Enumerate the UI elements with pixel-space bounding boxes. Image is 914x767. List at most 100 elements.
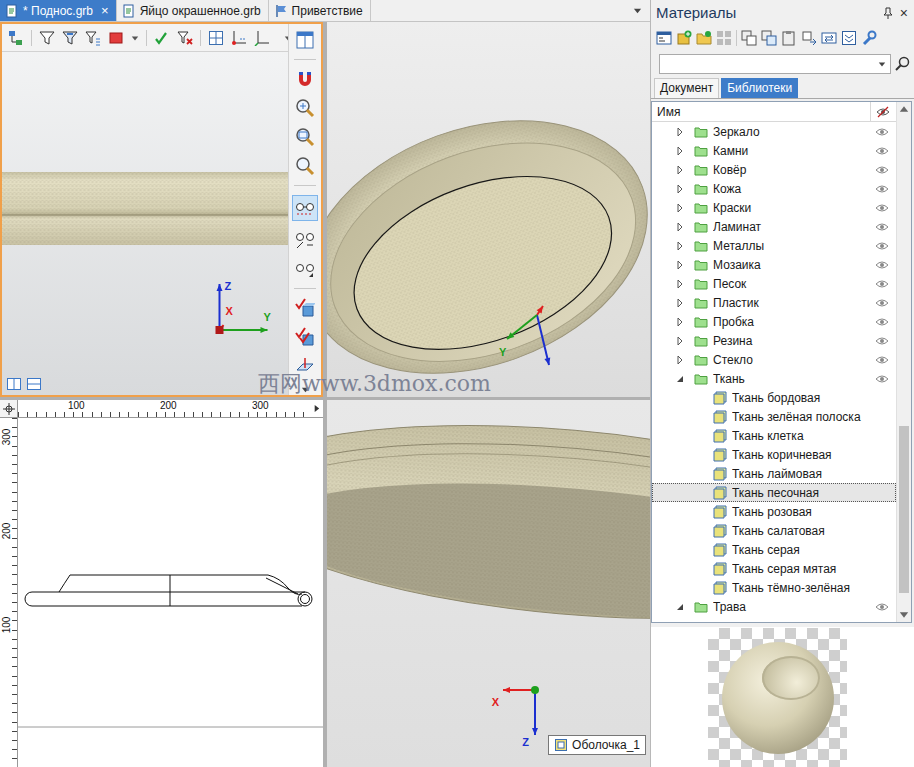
tree-item[interactable]: Камни — [652, 141, 896, 160]
select-all-icon[interactable] — [154, 30, 170, 46]
settings-wrench-icon[interactable] — [861, 30, 877, 46]
visibility-icon[interactable] — [875, 144, 889, 158]
tree-item[interactable]: Краски — [652, 198, 896, 217]
panel-toggle-icon[interactable] — [295, 30, 315, 50]
zoom-all-icon[interactable] — [295, 127, 315, 147]
tree-item[interactable]: Песок — [652, 274, 896, 293]
visibility-icon[interactable] — [875, 296, 889, 310]
tree-item[interactable]: Пробка — [652, 312, 896, 331]
document-tab[interactable]: * Поднос.grb× — [0, 0, 117, 21]
collapsed-arrow-icon[interactable] — [675, 355, 685, 365]
scrollbar-thumb[interactable] — [899, 426, 909, 593]
visibility-icon[interactable] — [875, 182, 889, 196]
visibility-icon[interactable] — [875, 201, 889, 215]
pin-icon[interactable] — [882, 7, 894, 19]
tree-item[interactable]: Ткань клетка — [652, 426, 896, 445]
tree-item[interactable]: Металлы — [652, 236, 896, 255]
collapsed-arrow-icon[interactable] — [675, 336, 685, 346]
add-material-icon[interactable] — [676, 30, 692, 46]
tree-item[interactable]: Мозаика — [652, 255, 896, 274]
filter-box-icon[interactable] — [62, 30, 78, 46]
document-tab[interactable]: Приветствие — [269, 0, 371, 21]
drawing-viewport[interactable]: 100200300300200100 — [0, 400, 323, 767]
materials-tab[interactable]: Библиотеки — [721, 78, 798, 98]
iso-viewport[interactable]: XZОболочка_1 — [327, 400, 650, 767]
more-tools-icon[interactable] — [301, 385, 310, 394]
expanded-arrow-icon[interactable] — [675, 374, 685, 384]
tree-item[interactable]: Ткань салатовая — [652, 521, 896, 540]
tree-item[interactable]: Зеркало — [652, 122, 896, 141]
collapsed-arrow-icon[interactable] — [675, 203, 685, 213]
tree-item[interactable]: Ткань серая мятая — [652, 559, 896, 578]
tabs-menu-icon[interactable] — [633, 6, 642, 15]
collapsed-arrow-icon[interactable] — [675, 317, 685, 327]
copy-icon[interactable] — [741, 30, 757, 46]
tree-item[interactable]: Ткань зелёная полоска — [652, 407, 896, 426]
tree-item[interactable]: Кожа — [652, 179, 896, 198]
scroll-right-icon[interactable] — [312, 404, 321, 413]
tree-item[interactable]: Ткань розовая — [652, 502, 896, 521]
visibility-icon[interactable] — [875, 220, 889, 234]
select-color-icon[interactable] — [108, 30, 124, 46]
tree-scrollbar[interactable] — [896, 102, 911, 622]
swap-icon[interactable] — [821, 30, 837, 46]
model-tree-icon[interactable] — [8, 30, 24, 46]
visibility-off-icon[interactable] — [876, 105, 890, 119]
tree-item[interactable]: Трава — [652, 597, 896, 616]
visibility-icon[interactable] — [875, 315, 889, 329]
tree-item[interactable]: Стекло — [652, 350, 896, 369]
collapsed-arrow-icon[interactable] — [675, 146, 685, 156]
search-icon[interactable] — [895, 56, 911, 72]
move-icon[interactable] — [801, 30, 817, 46]
copy-to-icon[interactable] — [761, 30, 777, 46]
collapsed-arrow-icon[interactable] — [675, 260, 685, 270]
split-horizontal-icon[interactable] — [26, 376, 42, 392]
visibility-icon[interactable] — [875, 125, 889, 139]
tree-item[interactable]: Резина — [652, 331, 896, 350]
split-vertical-icon[interactable] — [6, 376, 22, 392]
tree-item[interactable]: Ткань песочная — [652, 483, 896, 502]
collapse-icon[interactable] — [841, 30, 857, 46]
hidden-lines-button[interactable] — [292, 195, 318, 221]
filter-list-icon[interactable] — [85, 30, 101, 46]
filter-icon[interactable] — [39, 30, 55, 46]
folder-add-icon[interactable] — [696, 30, 712, 46]
tree-item[interactable]: Пластик — [652, 293, 896, 312]
glasses-option-icon[interactable] — [295, 259, 315, 279]
collapsed-arrow-icon[interactable] — [675, 279, 685, 289]
scroll-up-icon[interactable] — [897, 102, 911, 116]
tree-item[interactable]: Ткань тёмно-зелёная — [652, 578, 896, 597]
collapsed-arrow-icon[interactable] — [675, 222, 685, 232]
tree-item[interactable]: Ковёр — [652, 160, 896, 179]
perspective-viewport[interactable]: Y — [327, 22, 650, 397]
cube-check-icon[interactable] — [295, 298, 315, 318]
grid-icon[interactable] — [208, 30, 224, 46]
materials-tab[interactable]: Документ — [654, 78, 719, 98]
close-panel-button[interactable]: × — [900, 5, 908, 21]
visibility-icon[interactable] — [875, 239, 889, 253]
section-plane-icon[interactable] — [295, 356, 315, 376]
tree-item[interactable]: Ламинат — [652, 217, 896, 236]
glasses-measure-icon[interactable] — [295, 230, 315, 250]
visibility-icon[interactable] — [875, 163, 889, 177]
drawing-sheet[interactable] — [18, 418, 323, 767]
tree-item[interactable]: Ткань бордовая — [652, 388, 896, 407]
front-viewport[interactable]: ZYX — [0, 22, 323, 397]
cubes-check-icon[interactable] — [295, 327, 315, 347]
collapsed-arrow-icon[interactable] — [675, 127, 685, 137]
paste-icon[interactable] — [781, 30, 797, 46]
tree-item[interactable]: Ткань коричневая — [652, 445, 896, 464]
zoom-window-icon[interactable] — [295, 98, 315, 118]
dropdown-icon[interactable] — [878, 60, 886, 68]
properties-icon[interactable] — [656, 30, 672, 46]
visibility-icon[interactable] — [875, 372, 889, 386]
magnet-icon[interactable] — [295, 69, 315, 89]
tree-item[interactable]: Ткань серая — [652, 540, 896, 559]
visibility-icon[interactable] — [875, 277, 889, 291]
search-field[interactable] — [659, 54, 891, 74]
visibility-icon[interactable] — [875, 600, 889, 614]
expanded-arrow-icon[interactable] — [675, 602, 685, 612]
visibility-icon[interactable] — [875, 258, 889, 272]
collapsed-arrow-icon[interactable] — [675, 184, 685, 194]
tree-item[interactable]: Ткань лаймовая — [652, 464, 896, 483]
